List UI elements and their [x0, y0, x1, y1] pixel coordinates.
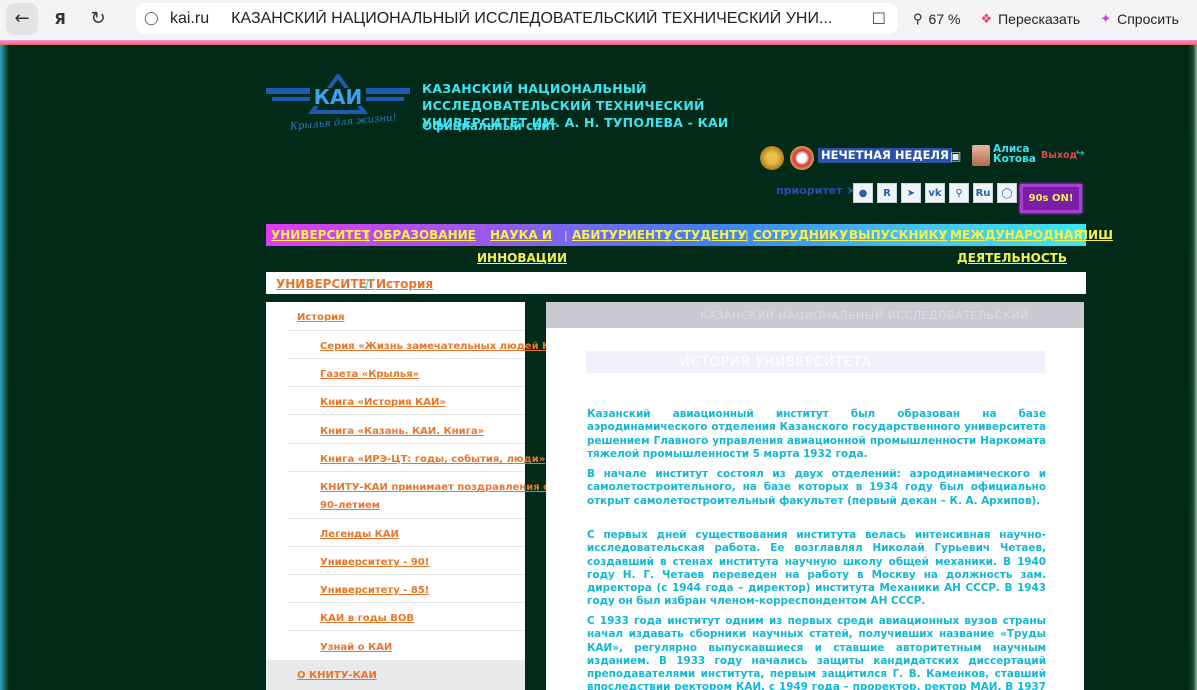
nav-university[interactable]: УНИВЕРСИТЕТ — [271, 228, 370, 242]
nav-student[interactable]: СТУДЕНТУ — [674, 228, 747, 242]
ask-label: Спросить — [1117, 10, 1179, 27]
sidebar-item-90[interactable]: Университету - 90! — [320, 557, 429, 568]
retell-icon: ❖ — [980, 10, 993, 26]
nav-education[interactable]: ОБРАЗОВАНИЕ — [373, 228, 476, 242]
nav-separator: | — [942, 229, 946, 242]
shield-icon[interactable]: ◯ — [144, 11, 160, 26]
back-icon[interactable]: ← — [6, 2, 38, 35]
sidebar-divider — [288, 518, 525, 519]
sidebar-divider — [288, 414, 525, 415]
avatar[interactable] — [972, 145, 990, 166]
sidebar-divider — [288, 330, 525, 331]
sidebar-item-war[interactable]: КАИ в годы ВОВ — [320, 613, 414, 624]
week-parity-badge[interactable]: НЕЧЕТНАЯ НЕДЕЛЯ — [818, 148, 952, 163]
sidebar-divider — [288, 602, 525, 603]
nav-applicant[interactable]: АБИТУРИЕНТУ — [572, 228, 672, 242]
sidebar-item-congrats[interactable]: КНИТУ-КАИ принимает поздравления с — [320, 482, 549, 493]
sidebar-item-book-kazan[interactable]: Книга «Казань. КАИ. Книга» — [320, 426, 484, 437]
accessibility-icon[interactable]: ● — [853, 183, 873, 203]
nav-international[interactable]: МЕЖДУНАРОДНАЯ — [950, 228, 1082, 242]
paragraph: С 1933 года институт одним из первых сре… — [587, 615, 1046, 690]
sidebar-divider — [288, 471, 525, 472]
anniversary-button[interactable]: 90s ON! — [1020, 184, 1082, 213]
ask-icon: ✦ — [1100, 10, 1112, 26]
tab-title: КАЗАНСКИЙ НАЦИОНАЛЬНЫЙ ИССЛЕДОВАТЕЛЬСКИЙ… — [231, 9, 833, 27]
page-right-edge — [1188, 45, 1197, 690]
document-icon[interactable]: ▣ — [950, 149, 961, 163]
search-icon[interactable]: ⚲ — [949, 183, 969, 203]
nav-science-line2[interactable]: ИННОВАЦИИ — [477, 251, 567, 265]
zoom-icon: ⚲ — [913, 10, 923, 26]
logout-link[interactable]: Выход — [1041, 150, 1077, 161]
sidebar-divider — [288, 574, 525, 575]
page-title: ИСТОРИЯ УНИВЕРСИТЕТА — [680, 355, 872, 370]
user-last-name: Котова — [993, 153, 1036, 165]
official-site-label: Официальный сайт — [422, 119, 557, 133]
nav-graduate[interactable]: ВЫПУСКНИКУ — [849, 228, 948, 242]
sidebar-divider — [288, 546, 525, 547]
address-bar[interactable]: ◯ kai.ru КАЗАНСКИЙ НАЦИОНАЛЬНЫЙ ИССЛЕДОВ… — [136, 3, 898, 34]
bookmark-icon[interactable]: ☐ — [872, 9, 886, 28]
language-switch[interactable]: Ru — [973, 183, 993, 203]
sidebar-item-legends[interactable]: Легенды КАИ — [320, 529, 399, 540]
sidebar — [266, 302, 525, 690]
breadcrumb-root[interactable]: УНИВЕРСИТЕТ — [276, 277, 375, 291]
nav-pish[interactable]: ПИШ — [1078, 228, 1113, 242]
retell-label: Пересказать — [998, 10, 1081, 27]
retell-button[interactable]: ❖ Пересказать — [972, 4, 1088, 33]
sidebar-divider — [288, 386, 525, 387]
nav-international-line2[interactable]: ДЕЯТЕЛЬНОСТЬ — [957, 251, 1067, 265]
award-medal-icon[interactable] — [790, 146, 814, 170]
low-vision-icon[interactable]: ◯ — [997, 183, 1017, 203]
nav-separator: | — [745, 229, 749, 242]
paragraph: Казанский авиационный институт был образ… — [587, 408, 1046, 460]
logout-icon[interactable]: ↪ — [1076, 148, 1084, 159]
zoom-level: 67 % — [928, 10, 961, 27]
url-domain: kai.ru — [170, 9, 210, 27]
social-links: ● R ➤ vk ⚲ Ru ◯ — [853, 183, 1017, 203]
nav-science[interactable]: НАУКА И — [490, 228, 552, 242]
sidebar-item-85[interactable]: Университету - 85! — [320, 585, 429, 596]
chrome-divider — [0, 37, 1197, 45]
sidebar-item-about[interactable]: О КНИТУ-КАИ — [297, 670, 377, 681]
nav-separator: | — [366, 229, 370, 242]
nav-separator: | — [841, 229, 845, 242]
ask-button[interactable]: ✦ Спросить — [1092, 4, 1187, 33]
sidebar-divider — [288, 358, 525, 359]
reload-icon[interactable]: ↻ — [82, 3, 114, 35]
vk-icon[interactable]: vk — [925, 183, 945, 203]
yandex-icon[interactable]: Я — [44, 3, 76, 35]
priority-link[interactable]: приоритет ➤ — [776, 184, 856, 197]
paragraph: С первых дней существования института ве… — [587, 529, 1046, 608]
zoom-button[interactable]: ⚲ 67 % — [905, 4, 968, 33]
sidebar-item-book-history[interactable]: Книга «История КАИ» — [320, 397, 446, 408]
priority-label: приоритет — [776, 184, 843, 197]
rutube-icon[interactable]: R — [877, 183, 897, 203]
sidebar-item-zhzl[interactable]: Серия «Жизнь замечательных людей КАИ» — [320, 341, 573, 352]
nav-separator: | — [666, 229, 670, 242]
paragraph: В начале институт состоял из двух отделе… — [587, 468, 1046, 507]
sidebar-divider — [288, 443, 525, 444]
sidebar-item-history[interactable]: История — [297, 312, 345, 323]
nav-separator: | — [468, 229, 472, 242]
page-left-edge — [0, 45, 9, 690]
nav-employee[interactable]: СОТРУДНИКУ — [753, 228, 848, 242]
telegram-icon[interactable]: ➤ — [901, 183, 921, 203]
sidebar-item-book-ire[interactable]: Книга «ИРЭ-ЦТ: годы, события, люди» — [320, 454, 545, 465]
nav-separator: | — [1070, 229, 1074, 242]
order-medal-icon[interactable] — [760, 146, 784, 170]
user-name[interactable]: Алиса Котова — [993, 144, 1036, 165]
breadcrumb-separator: / — [365, 277, 370, 291]
nav-separator: | — [564, 229, 568, 242]
sidebar-item-congrats-line2[interactable]: 90-летием — [320, 500, 380, 511]
sidebar-divider — [288, 630, 525, 631]
content-header-text: КАЗАНСКИЙ НАЦИОНАЛЬНЫЙ ИССЛЕДОВАТЕЛЬСКИЙ — [700, 309, 1029, 322]
sidebar-item-learn[interactable]: Узнай о КАИ — [320, 642, 392, 653]
breadcrumb-current[interactable]: История — [376, 277, 433, 291]
logo-text: КАИ — [314, 85, 363, 109]
browser-tools: ⚲ 67 % ❖ Пересказать ✦ Спросить — [905, 4, 1187, 33]
sidebar-item-newspaper[interactable]: Газета «Крылья» — [320, 369, 419, 380]
